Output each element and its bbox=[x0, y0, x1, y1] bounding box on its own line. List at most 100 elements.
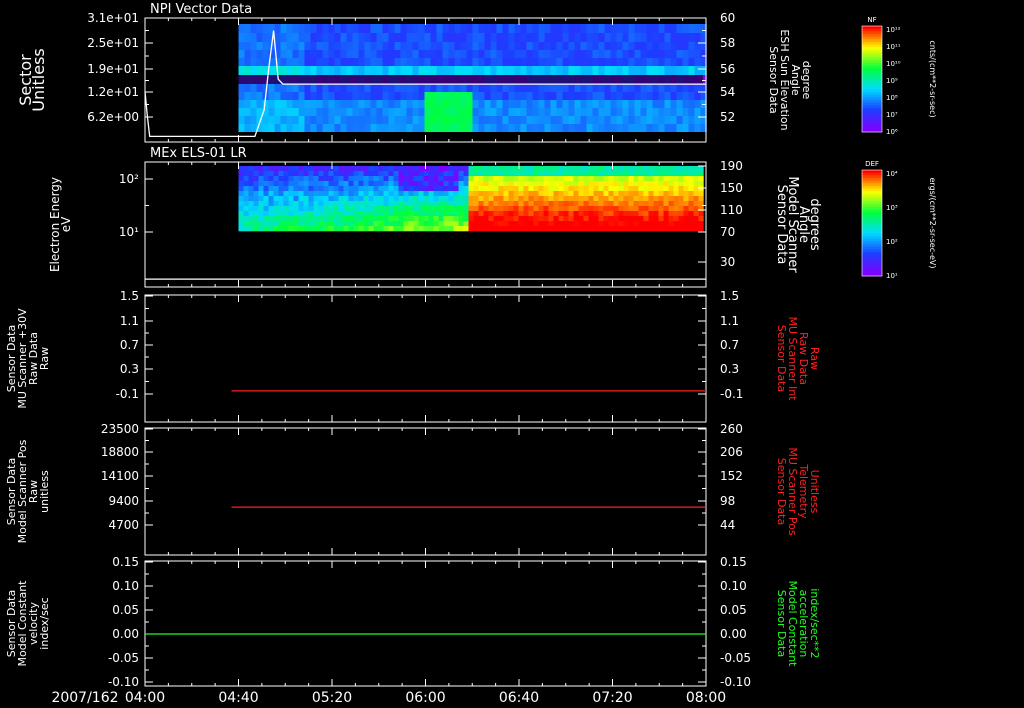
els-spectrogram-cell bbox=[698, 211, 704, 217]
els-spectrogram-cell bbox=[693, 201, 699, 207]
els-spectrogram-cell bbox=[578, 191, 584, 197]
els-spectrogram-cell bbox=[513, 166, 519, 172]
npi-spectrogram-cell bbox=[544, 42, 551, 50]
npi-spectrogram-cell bbox=[286, 42, 293, 50]
els-spectrogram-cell bbox=[493, 176, 499, 182]
els-spectrogram-cell bbox=[383, 196, 389, 202]
els-spectrogram-cell bbox=[313, 166, 319, 172]
els-spectrogram-cell bbox=[538, 166, 544, 172]
npi-spectrogram-cell bbox=[424, 50, 431, 58]
y-left-tick-label: 10² bbox=[119, 172, 139, 186]
els-spectrogram-cell bbox=[268, 221, 274, 227]
els-spectrogram-cell bbox=[253, 176, 259, 182]
npi-spectrogram-cell bbox=[628, 42, 635, 50]
npi-spectrogram-cell bbox=[520, 58, 527, 66]
els-spectrogram-cell bbox=[558, 186, 564, 192]
els-spectrogram-cell bbox=[413, 216, 419, 222]
npi-spectrogram-cell bbox=[526, 58, 533, 66]
npi-spectrogram-cell bbox=[406, 58, 413, 66]
npi-spectrogram-cell bbox=[652, 84, 659, 92]
els-spectrogram-cell bbox=[448, 196, 454, 202]
npi-spectrogram-cell bbox=[484, 116, 491, 124]
els-spectrogram-cell bbox=[598, 196, 604, 202]
els-spectrogram-cell bbox=[258, 206, 264, 212]
els-spectrogram-cell bbox=[378, 171, 384, 177]
npi-spectrogram-cell bbox=[514, 108, 521, 116]
npi-spectrogram-cell bbox=[532, 24, 539, 33]
npi-spectrogram-cell bbox=[604, 92, 611, 100]
npi-spectrogram-cell bbox=[430, 108, 437, 116]
npi-spectrogram-cell bbox=[478, 58, 485, 66]
els-spectrogram-cell bbox=[678, 171, 684, 177]
npi-spectrogram-cell bbox=[484, 42, 491, 50]
els-spectrogram-cell bbox=[318, 221, 324, 227]
els-spectrogram-cell bbox=[278, 191, 284, 197]
els-spectrogram-cell bbox=[628, 206, 634, 212]
els-spectrogram-cell bbox=[458, 206, 464, 212]
npi-spectrogram-cell bbox=[298, 92, 305, 100]
npi-spectrogram-cell bbox=[460, 24, 467, 33]
npi-spectrogram-cell bbox=[394, 108, 401, 116]
npi-spectrogram-cell bbox=[274, 84, 281, 92]
els-spectrogram-cell bbox=[438, 186, 444, 192]
els-spectrogram-cell bbox=[603, 181, 609, 187]
npi-spectrogram-cell bbox=[634, 108, 641, 116]
npi-spectrogram-cell bbox=[544, 92, 551, 100]
els-spectrogram-cell bbox=[613, 196, 619, 202]
els-spectrogram-cell bbox=[513, 211, 519, 217]
els-spectrogram-cell bbox=[498, 206, 504, 212]
npi-spectrogram-cell bbox=[256, 66, 263, 75]
els-spectrogram-cell bbox=[308, 186, 314, 192]
els-spectrogram-cell bbox=[368, 216, 374, 222]
els-spectrogram-cell bbox=[513, 206, 519, 212]
els-spectrogram-cell bbox=[428, 196, 434, 202]
npi-spectrogram-cell bbox=[580, 24, 587, 33]
els-spectrogram-cell bbox=[598, 206, 604, 212]
npi-spectrogram-cell bbox=[538, 100, 545, 108]
els-spectrogram-cell bbox=[283, 226, 289, 232]
els-spectrogram-cell bbox=[453, 196, 459, 202]
npi-spectrogram-cell bbox=[352, 92, 359, 100]
els-spectrogram-cell bbox=[293, 221, 299, 227]
els-spectrogram-cell bbox=[388, 191, 394, 197]
npi-spectrogram-cell bbox=[526, 124, 533, 132]
els-spectrogram-cell bbox=[438, 166, 444, 172]
els-spectrogram-cell bbox=[698, 166, 704, 172]
els-spectrogram-cell bbox=[638, 226, 644, 232]
npi-spectrogram-cell bbox=[304, 24, 311, 33]
y-left-tick-label: -0.05 bbox=[108, 651, 139, 665]
npi-spectrogram-cell bbox=[682, 58, 689, 66]
els-spectrogram-cell bbox=[608, 191, 614, 197]
els-spectrogram-cell bbox=[313, 181, 319, 187]
npi-spectrogram-cell bbox=[334, 92, 341, 100]
els-spectrogram-cell bbox=[328, 176, 334, 182]
els-spectrogram-cell bbox=[373, 216, 379, 222]
y-right-label-line: Raw bbox=[808, 347, 821, 370]
els-spectrogram-cell bbox=[423, 176, 429, 182]
els-spectrogram-cell bbox=[658, 206, 664, 212]
npi-spectrogram-cell bbox=[262, 50, 269, 58]
els-spectrogram-cell bbox=[633, 226, 639, 232]
npi-spectrogram-cell bbox=[364, 42, 371, 50]
els-spectrogram-cell bbox=[488, 226, 494, 232]
els-spectrogram-cell bbox=[483, 171, 489, 177]
els-spectrogram-cell bbox=[498, 201, 504, 207]
els-spectrogram-cell bbox=[393, 221, 399, 227]
els-spectrogram-cell bbox=[243, 176, 249, 182]
npi-spectrogram-cell bbox=[304, 116, 311, 124]
els-spectrogram-cell bbox=[513, 176, 519, 182]
npi-spectrogram-cell bbox=[382, 50, 389, 58]
npi-spectrogram-cell bbox=[550, 124, 557, 132]
npi-spectrogram-cell bbox=[682, 92, 689, 100]
els-spectrogram-cell bbox=[418, 196, 424, 202]
npi-spectrogram-cell bbox=[586, 58, 593, 66]
els-spectrogram-cell bbox=[448, 191, 454, 197]
npi-spectrogram-cell bbox=[580, 58, 587, 66]
els-spectrogram-cell bbox=[518, 176, 524, 182]
npi-spectrogram-cell bbox=[322, 116, 329, 124]
npi-spectrogram-cell bbox=[574, 100, 581, 108]
els-spectrogram-cell bbox=[413, 186, 419, 192]
els-spectrogram-cell bbox=[528, 171, 534, 177]
els-spectrogram bbox=[238, 166, 704, 232]
npi-spectrogram-cell bbox=[652, 42, 659, 50]
